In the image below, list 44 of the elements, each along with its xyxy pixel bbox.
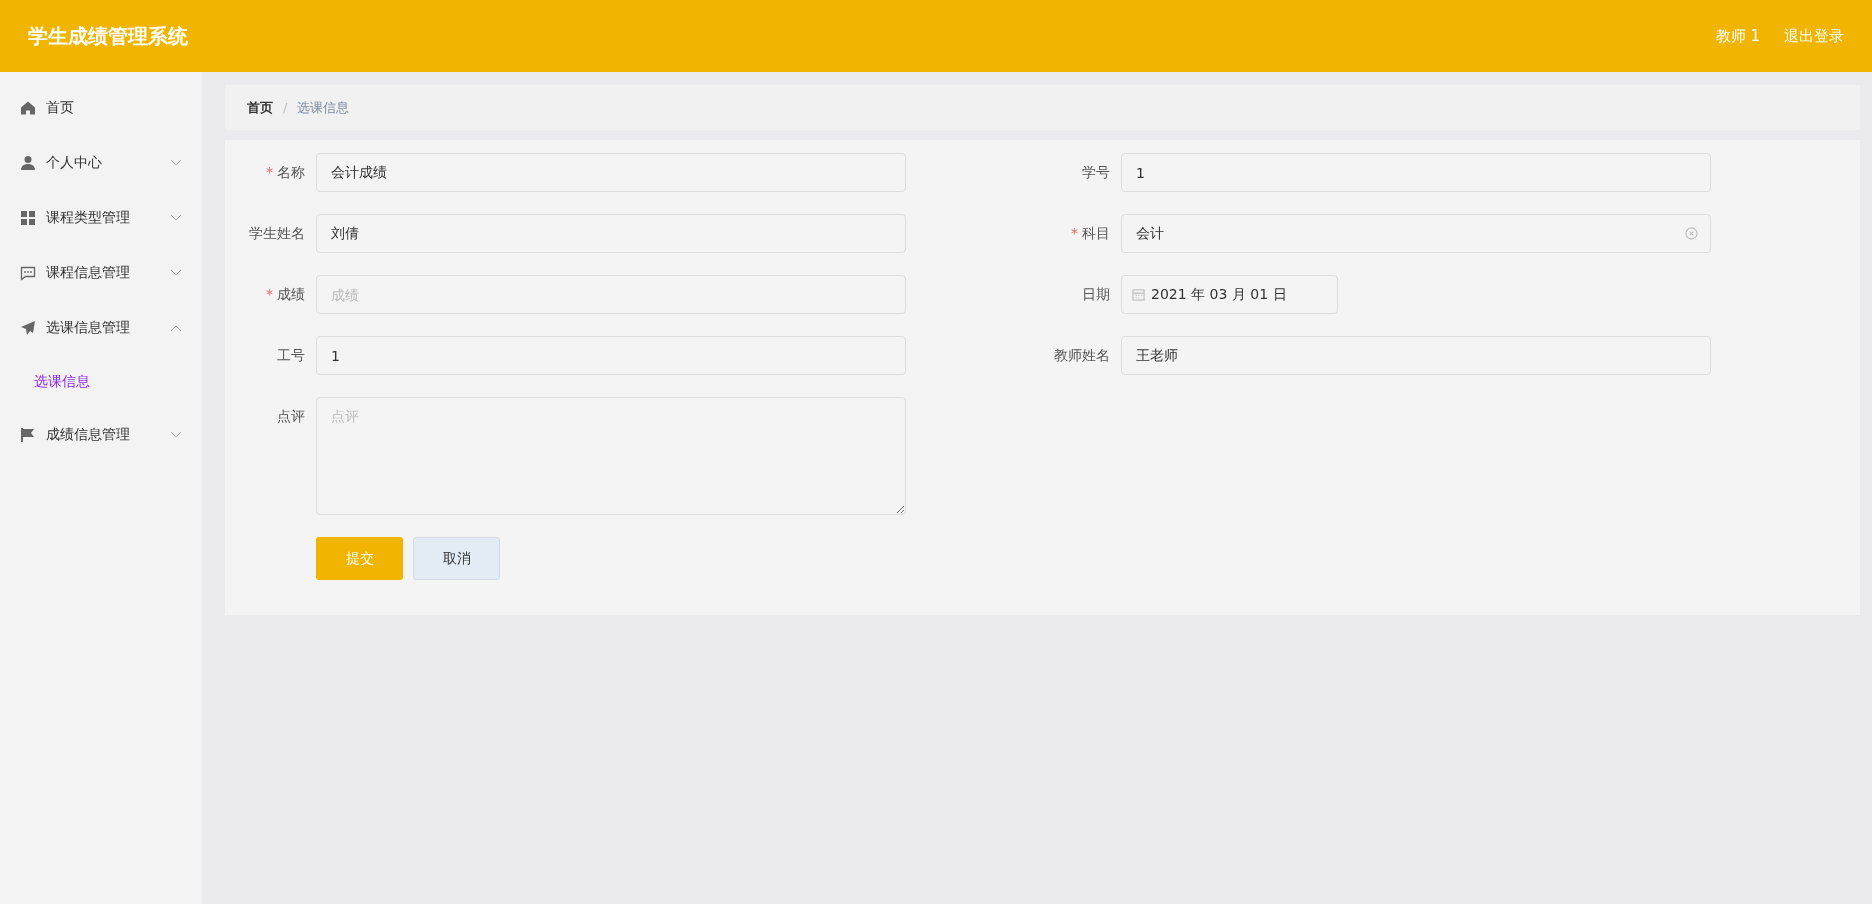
menu-label: 课程信息管理 bbox=[46, 263, 131, 282]
calendar-icon bbox=[1132, 288, 1145, 301]
user-icon bbox=[20, 154, 36, 171]
menu-label: 个人中心 bbox=[46, 153, 103, 172]
field-label: * 科目 bbox=[1070, 224, 1110, 243]
select-field[interactable]: 会计 bbox=[1121, 214, 1711, 253]
menu-label: 成绩信息管理 bbox=[46, 425, 131, 444]
field-label: 教师姓名 bbox=[1053, 346, 1110, 365]
clear-icon[interactable] bbox=[1685, 227, 1698, 240]
breadcrumb-current: 选课信息 bbox=[297, 98, 350, 117]
cancel-button[interactable]: 取消 bbox=[413, 537, 500, 580]
sidebar-item[interactable]: 个人中心 bbox=[0, 135, 202, 190]
user-name: 教师 1 bbox=[1715, 25, 1760, 47]
chat-icon bbox=[20, 264, 36, 281]
sidebar-item[interactable]: 成绩信息管理 bbox=[0, 407, 202, 462]
date-field[interactable]: 2021 年 03 月 01 日 bbox=[1121, 275, 1338, 314]
field-label: 日期 bbox=[1081, 285, 1110, 304]
flag-icon bbox=[20, 426, 36, 443]
sidebar-item[interactable]: 课程类型管理 bbox=[0, 190, 202, 245]
paper-plane-icon bbox=[20, 319, 36, 336]
home-icon bbox=[20, 99, 36, 116]
field-label: 点评 bbox=[276, 407, 305, 426]
submenu-item[interactable]: 选课信息 bbox=[0, 355, 202, 407]
grid-icon bbox=[20, 209, 36, 226]
sidebar-item[interactable]: 课程信息管理 bbox=[0, 245, 202, 300]
sidebar-item[interactable]: 选课信息管理 bbox=[0, 300, 202, 355]
menu-label: 选课信息管理 bbox=[46, 318, 131, 337]
input-field[interactable]: 会计成绩 bbox=[316, 153, 906, 192]
sidebar-item[interactable]: 首页 bbox=[0, 80, 202, 135]
score-field[interactable]: 成绩 bbox=[316, 275, 906, 314]
input-field[interactable]: 刘倩 bbox=[316, 214, 906, 253]
breadcrumb-link[interactable]: 首页 bbox=[247, 97, 273, 118]
field-label: 学号 bbox=[1081, 163, 1110, 182]
field-label: * 成绩 bbox=[265, 285, 305, 304]
field-label: 学生姓名 bbox=[248, 224, 305, 243]
input-field[interactable]: 王老师 bbox=[1121, 336, 1711, 375]
input-field[interactable]: 1 bbox=[1121, 153, 1711, 192]
breadcrumb-separator: / bbox=[283, 98, 288, 117]
menu-label: 首页 bbox=[46, 98, 75, 117]
field-label: * 名称 bbox=[265, 163, 305, 182]
input-field[interactable]: 1 bbox=[316, 336, 906, 375]
app-title: 学生成绩管理系统 bbox=[28, 23, 188, 50]
field-label: 工号 bbox=[276, 346, 305, 365]
menu-label: 课程类型管理 bbox=[46, 208, 131, 227]
